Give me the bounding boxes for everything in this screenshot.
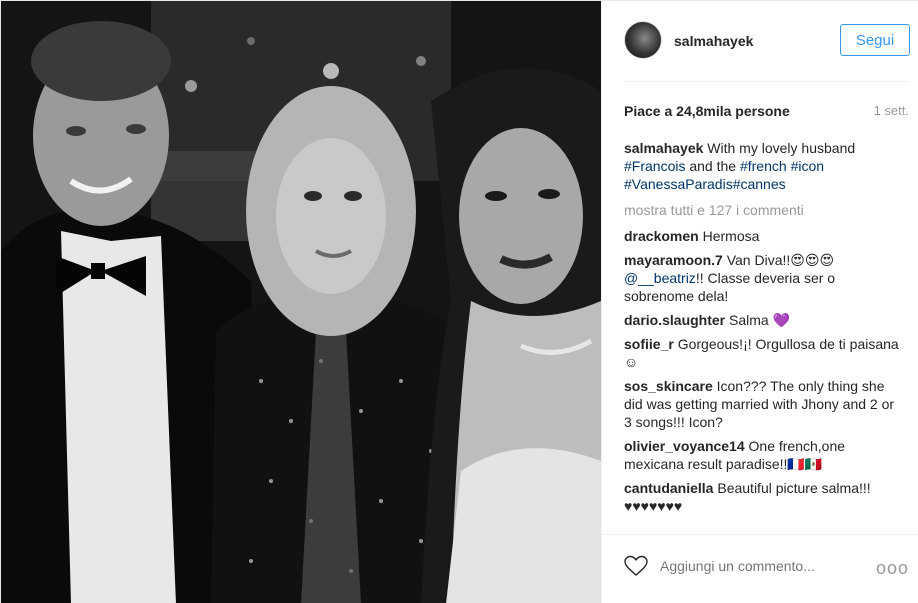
comment-item: dario.slaughter Salma 💜 [624,311,902,329]
caption: salmahayek With my lovely husband #Franc… [624,139,902,193]
avatar[interactable] [624,21,662,59]
comment-user[interactable]: sos_skincare [624,378,713,394]
comment-user[interactable]: olivier_voyance14 [624,438,745,454]
username[interactable]: salmahayek [674,33,753,49]
hashtag-cannes[interactable]: #cannes [733,176,786,192]
more-options-icon[interactable]: ooo [876,558,909,579]
caption-text-2: and the [689,158,737,174]
comment-text: Hermosa [702,228,760,244]
divider [602,534,918,535]
hashtag-french[interactable]: #french [740,158,787,174]
post-header: salmahayek Segui [602,1,918,81]
caption-text: With my lovely husband [707,140,856,156]
heart-icon[interactable] [624,555,648,577]
hashtag-francois[interactable]: #Francois [624,158,685,174]
hashtag-icon[interactable]: #icon [791,158,824,174]
hashtag-vanessaparadis[interactable]: #VanessaParadis [624,176,733,192]
load-more-comments[interactable]: mostra tutti e 127 i commenti [624,201,902,219]
comment-user[interactable]: dario.slaughter [624,312,725,328]
instagram-post: salmahayek Segui Piace a 24,8mila person… [0,0,918,603]
comment-user[interactable]: drackomen [624,228,699,244]
comment-item: mayaramoon.7 Van Diva!!😍😍😍 @__beatriz!! … [624,251,902,305]
comment-text: Salma 💜 [729,312,791,328]
comment-item: cantudaniella Beautiful picture salma!!!… [624,479,902,515]
comment-item: sos_skincare Icon??? The only thing she … [624,377,902,431]
comments-list: salmahayek With my lovely husband #Franc… [624,139,902,534]
photo-illustration [1,1,601,603]
divider [624,81,909,82]
likes-count[interactable]: Piace a 24,8mila persone [624,103,790,119]
comment-item: drackomen Hermosa [624,227,902,245]
follow-button[interactable]: Segui [840,24,910,56]
comment-item: sofiie_r Gorgeous!¡! Orgullosa de ti pai… [624,335,902,371]
comment-user[interactable]: cantudaniella [624,480,713,496]
caption-user[interactable]: salmahayek [624,140,703,156]
comment-mention[interactable]: @__beatriz [624,270,696,286]
post-time[interactable]: 1 sett. [874,103,909,118]
comment-user[interactable]: sofiie_r [624,336,674,352]
comment-item: olivier_voyance14 One french,one mexican… [624,437,902,473]
post-details-panel: salmahayek Segui Piace a 24,8mila person… [601,1,918,603]
comment-text: Van Diva!!😍😍😍 [726,252,835,268]
post-photo[interactable] [1,1,601,603]
comment-user[interactable]: mayaramoon.7 [624,252,723,268]
comment-input[interactable] [660,558,860,574]
